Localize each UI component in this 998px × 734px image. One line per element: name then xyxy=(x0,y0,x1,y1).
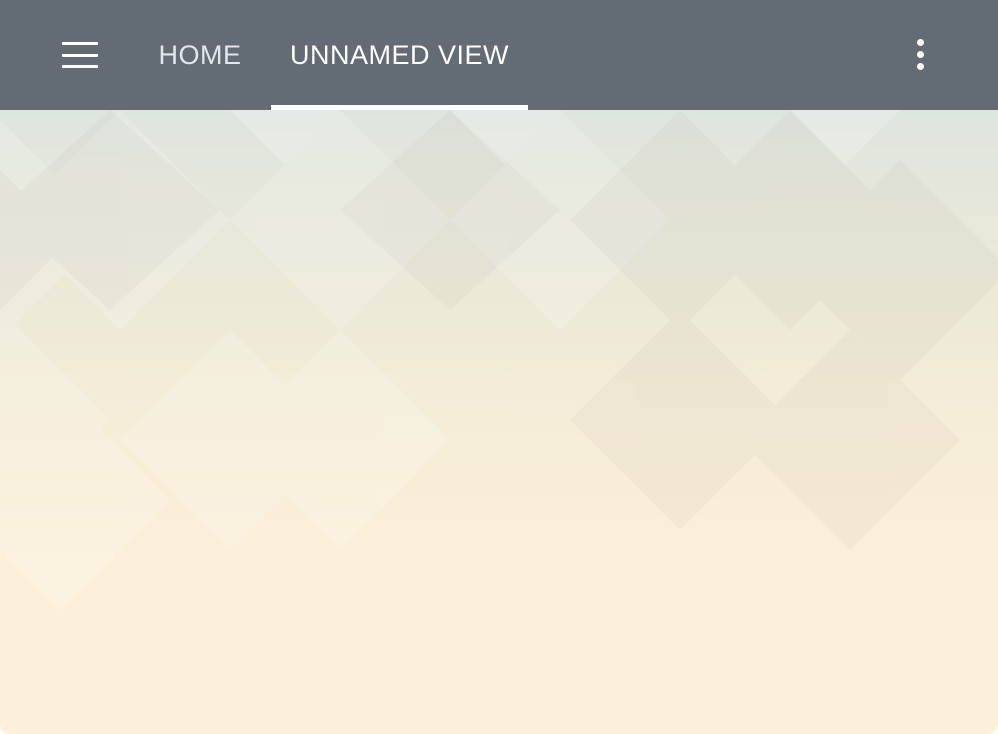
menu-button[interactable] xyxy=(44,19,116,91)
tab-unnamed-view-label: UNNAMED VIEW xyxy=(289,39,509,70)
more-options-button[interactable] xyxy=(896,30,944,78)
tab-home[interactable]: HOME xyxy=(130,0,270,110)
app-window: HOME UNNAMED VIEW xyxy=(0,0,998,734)
active-tab-indicator xyxy=(271,105,528,110)
tab-home-label: HOME xyxy=(158,39,242,70)
background-pattern xyxy=(0,110,998,610)
top-app-bar: HOME UNNAMED VIEW xyxy=(0,0,998,110)
more-vertical-icon xyxy=(916,38,924,46)
tab-unnamed-view[interactable]: UNNAMED VIEW xyxy=(271,0,528,110)
hamburger-menu-icon xyxy=(62,42,98,68)
